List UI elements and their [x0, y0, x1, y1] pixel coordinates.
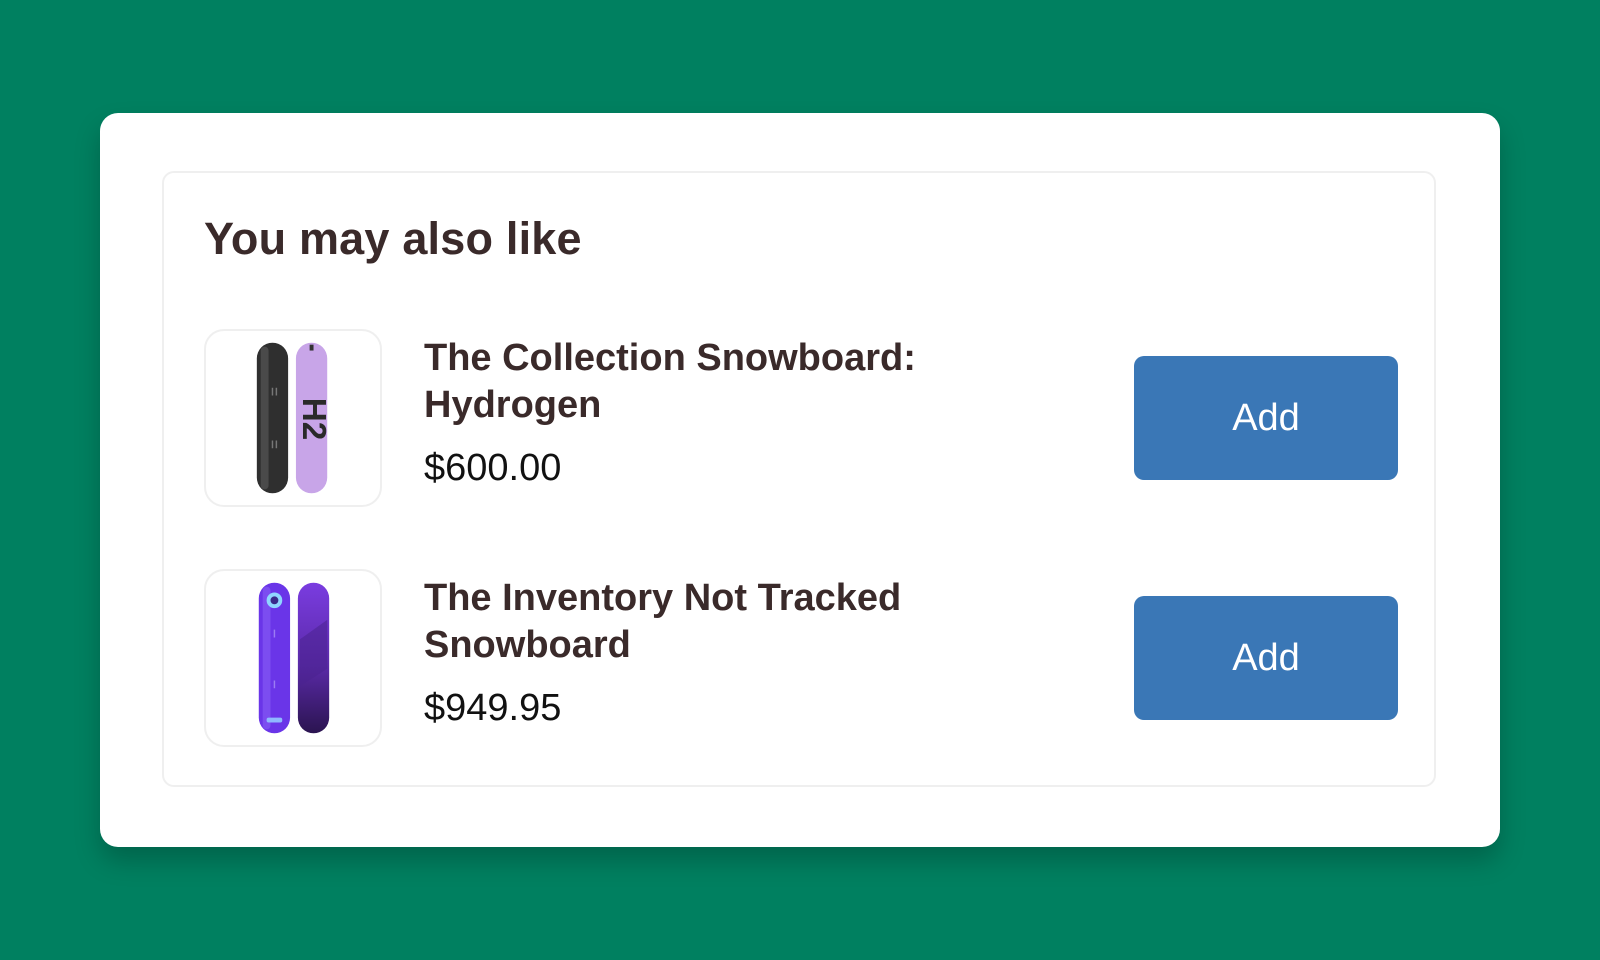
product-title[interactable]: The Inventory Not Tracked Snowboard [424, 575, 984, 669]
section-heading: You may also like [204, 213, 582, 264]
snowboard-hydrogen-icon: H2 [256, 342, 332, 494]
product-price: $949.95 [424, 687, 562, 729]
add-to-cart-button[interactable]: Add [1134, 596, 1398, 720]
product-image[interactable]: H2 [204, 329, 382, 507]
recommendations-panel: You may also like H2 The Collection Snow… [162, 171, 1436, 787]
product-image[interactable] [204, 569, 382, 747]
product-item: The Inventory Not Tracked Snowboard $949… [204, 569, 1398, 749]
snowboard-purple-icon [258, 582, 330, 734]
recommendations-card: You may also like H2 The Collection Snow… [100, 113, 1500, 847]
board-graphic-text: H2 [295, 398, 332, 440]
add-to-cart-button[interactable]: Add [1134, 356, 1398, 480]
product-title[interactable]: The Collection Snowboard: Hydrogen [424, 335, 984, 429]
product-item: H2 The Collection Snowboard: Hydrogen $6… [204, 329, 1398, 509]
product-price: $600.00 [424, 447, 562, 489]
